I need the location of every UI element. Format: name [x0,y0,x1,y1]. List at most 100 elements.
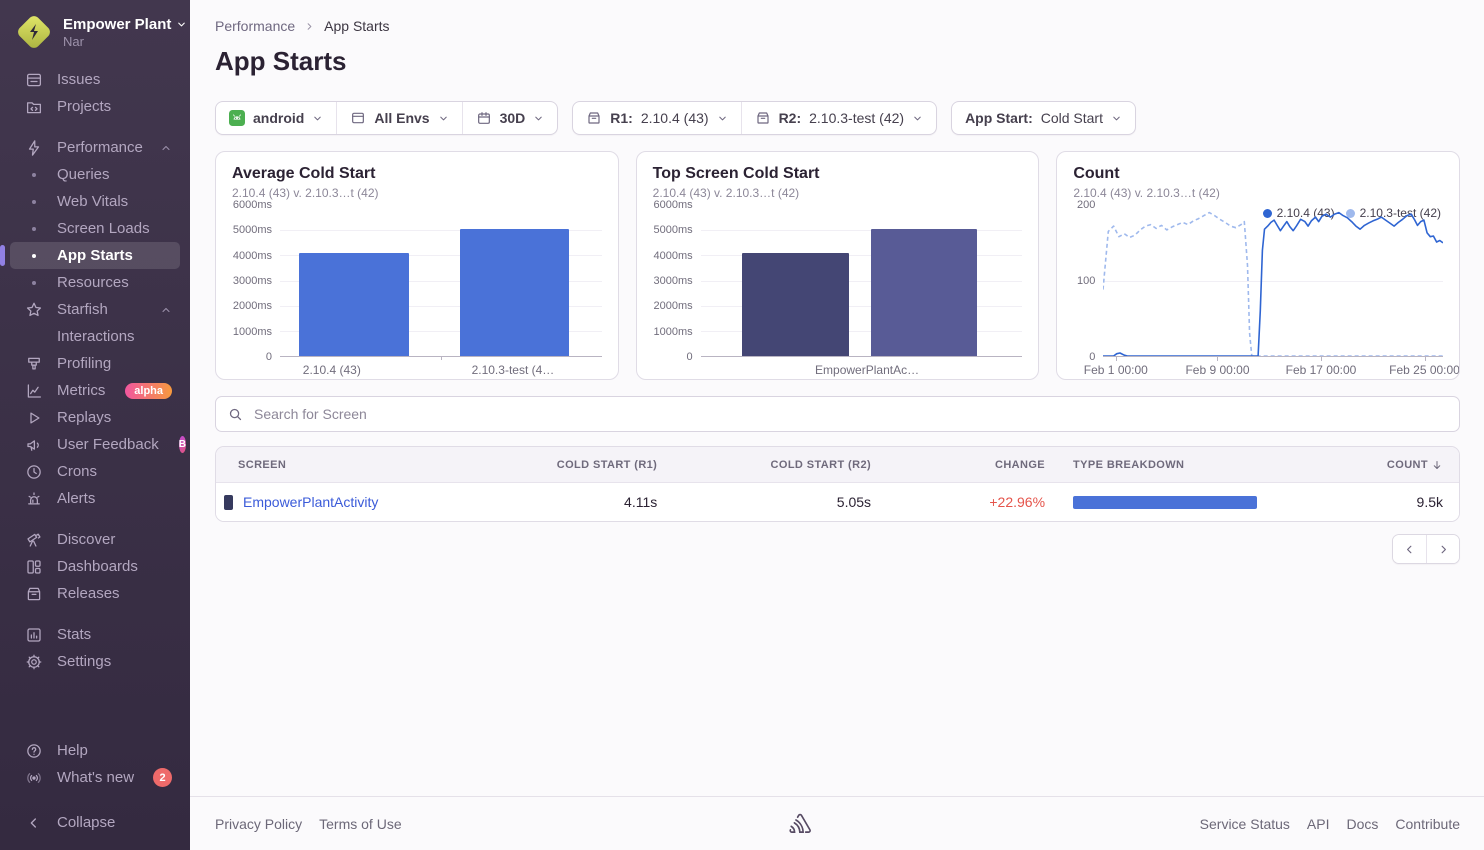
sidebar-item-stats[interactable]: Stats [10,621,180,648]
count-plot[interactable]: 2.10.4 (43) 2.10.3-test (42) [1103,205,1443,357]
next-page-button[interactable] [1426,535,1459,563]
sidebar-item-user-feedback[interactable]: User Feedback B [10,431,180,458]
bullet-icon [32,254,36,258]
column-type-breakdown[interactable]: TYPE BREAKDOWN [1045,459,1318,471]
calendar-icon [476,110,492,126]
sort-desc-icon [1431,459,1443,471]
average-cold-start-plot[interactable] [280,205,602,357]
bar-release-2 [871,229,977,356]
release-2-filter[interactable]: R2: 2.10.3-test (42) [741,102,937,134]
sidebar-item-discover[interactable]: Discover [10,526,180,553]
privacy-policy-link[interactable]: Privacy Policy [215,816,302,832]
bullet-icon [32,200,36,204]
filter-bar: android All Envs 30D [215,101,1460,135]
sidebar-item-crons[interactable]: Crons [10,458,180,485]
chart-title: Average Cold Start [232,165,602,183]
average-cold-start-card: Average Cold Start 2.10.4 (43) v. 2.10.3… [215,151,619,380]
chevron-down-icon [912,113,923,124]
chevron-up-icon [160,304,172,316]
chevron-up-icon [160,142,172,154]
org-logo [16,14,52,50]
cold-start-r1-value: 4.11s [465,494,658,510]
issues-icon [24,71,44,89]
app-start-type-filter[interactable]: App Start: Cold Start [952,102,1135,134]
breadcrumb-performance[interactable]: Performance [215,18,295,34]
date-range-filter[interactable]: 30D [462,102,558,134]
release-1-filter[interactable]: R1: 2.10.4 (43) [573,102,740,134]
sidebar-item-app-starts[interactable]: App Starts [10,242,180,269]
sidebar-item-starfish[interactable]: Starfish [10,296,180,323]
search-input[interactable] [252,405,1447,423]
sidebar-item-whats-new[interactable]: What's new 2 [10,764,180,791]
service-status-link[interactable]: Service Status [1200,816,1290,832]
docs-link[interactable]: Docs [1347,816,1379,832]
sidebar-item-profiling[interactable]: Profiling [10,350,180,377]
whats-new-badge: 2 [153,768,172,787]
y-axis: 6000ms 5000ms 4000ms 3000ms 2000ms 1000m… [232,205,280,357]
megaphone-icon [24,436,44,454]
alpha-badge: alpha [125,383,172,399]
sidebar-item-performance[interactable]: Performance [10,134,180,161]
terms-of-use-link[interactable]: Terms of Use [319,816,401,832]
org-switcher[interactable]: Empower Plant Nar [0,12,190,66]
previous-page-button[interactable] [1393,535,1426,563]
sidebar-item-replays[interactable]: Replays [10,404,180,431]
sidebar-item-alerts[interactable]: Alerts [10,485,180,512]
column-change[interactable]: CHANGE [871,459,1045,471]
platform-icon [224,495,233,510]
sidebar: Empower Plant Nar Issues Projects Perfor… [0,0,190,850]
api-link[interactable]: API [1307,816,1330,832]
chevron-down-icon [176,19,187,30]
sidebar-item-resources[interactable]: Resources [10,269,180,296]
sentry-logo-icon [788,813,813,834]
project-filter[interactable]: android [216,102,336,134]
help-icon [24,742,44,760]
sidebar-item-interactions[interactable]: Interactions [10,323,180,350]
chart-title: Count [1073,165,1443,183]
sidebar-item-issues[interactable]: Issues [10,66,180,93]
chevron-down-icon [438,113,449,124]
sidebar-item-metrics[interactable]: Metrics alpha [10,377,180,404]
chevron-down-icon [312,113,323,124]
star-icon [24,301,44,319]
sidebar-item-queries[interactable]: Queries [10,161,180,188]
column-screen[interactable]: SCREEN [216,459,465,471]
environment-filter[interactable]: All Envs [336,102,461,134]
type-breakdown-bar[interactable] [1073,496,1257,509]
bar-release-1 [742,253,848,356]
chart-subtitle: 2.10.4 (43) v. 2.10.3…t (42) [653,186,1023,200]
sidebar-item-help[interactable]: Help [10,737,180,764]
footer: Privacy Policy Terms of Use Service Stat… [190,796,1484,850]
chevron-down-icon [1111,113,1122,124]
chart-title: Top Screen Cold Start [653,165,1023,183]
sidebar-item-releases[interactable]: Releases [10,580,180,607]
org-name: Empower Plant [63,16,171,33]
column-cold-start-r2[interactable]: COLD START (R2) [657,459,871,471]
charts-row: Average Cold Start 2.10.4 (43) v. 2.10.3… [215,151,1460,380]
dashboard-icon [24,558,44,576]
sidebar-item-settings[interactable]: Settings [10,648,180,675]
org-project-name: Nar [63,34,187,49]
contribute-link[interactable]: Contribute [1395,816,1460,832]
table-header: SCREEN COLD START (R1) COLD START (R2) C… [216,447,1459,483]
profiling-icon [24,355,44,373]
chevron-down-icon [533,113,544,124]
sidebar-item-projects[interactable]: Projects [10,93,180,120]
top-screen-cold-start-plot[interactable] [701,205,1023,357]
chevron-right-icon [304,21,315,32]
sidebar-item-dashboards[interactable]: Dashboards [10,553,180,580]
gear-icon [24,653,44,671]
screen-link[interactable]: EmpowerPlantActivity [243,494,378,510]
sidebar-item-screen-loads[interactable]: Screen Loads [10,215,180,242]
play-icon [24,409,44,427]
column-cold-start-r1[interactable]: COLD START (R1) [465,459,658,471]
cold-start-r2-value: 5.05s [657,494,871,510]
bullet-icon [32,173,36,177]
release-box-icon [586,110,602,126]
sidebar-nav: Issues Projects Performance Queries Web … [0,66,190,675]
column-count[interactable]: COUNT [1319,459,1460,471]
bar-release-1 [299,253,408,356]
chart-subtitle: 2.10.4 (43) v. 2.10.3…t (42) [1073,186,1443,200]
sidebar-collapse-button[interactable]: Collapse [10,809,180,836]
sidebar-item-web-vitals[interactable]: Web Vitals [10,188,180,215]
